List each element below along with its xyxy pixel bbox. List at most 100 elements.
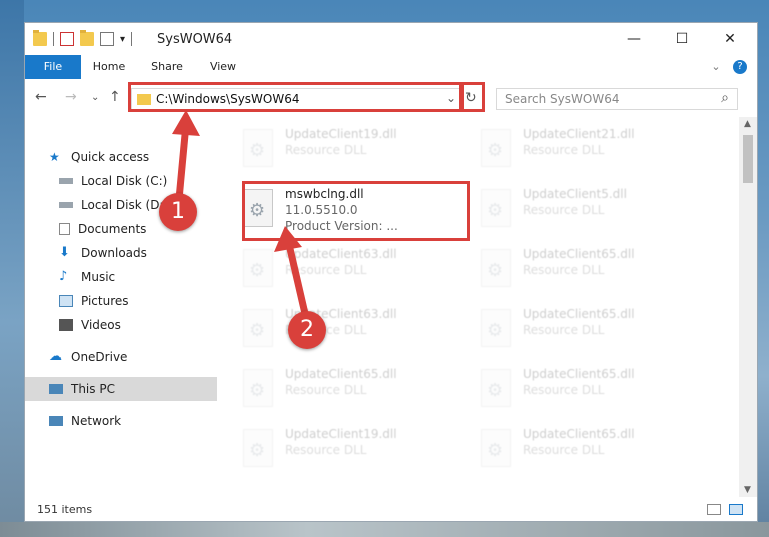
properties-icon[interactable] xyxy=(60,32,74,46)
file-name: UpdateClient63.dll xyxy=(285,247,397,261)
documents-icon xyxy=(59,223,70,235)
toolbar-separator xyxy=(131,32,133,46)
file-description: Resource DLL xyxy=(523,143,605,157)
network-icon xyxy=(49,416,63,426)
recent-locations-button[interactable]: ⌄ xyxy=(91,92,99,103)
file-name: UpdateClient65.dll xyxy=(285,367,397,381)
star-icon: ★ xyxy=(49,150,60,164)
file-name: UpdateClient19.dll xyxy=(285,127,397,141)
search-box[interactable]: Search SysWOW64 ⌕ xyxy=(496,88,738,110)
file-description: Resource DLL xyxy=(523,383,605,397)
desktop-background xyxy=(0,0,24,537)
file-name: UpdateClient21.dll xyxy=(523,127,635,141)
tab-share[interactable]: Share xyxy=(145,55,189,79)
file-highlight xyxy=(242,181,470,241)
file-description: Resource DLL xyxy=(523,203,605,217)
details-view-icon[interactable] xyxy=(707,504,721,515)
sidebar-item-label: Local Disk (C:) xyxy=(81,174,168,188)
customize-toolbar-icon[interactable] xyxy=(100,32,114,46)
file-item[interactable]: UpdateClient63.dll Resource DLL xyxy=(237,241,467,297)
minimize-button[interactable]: — xyxy=(611,23,657,55)
quick-access-toolbar: ▾ xyxy=(33,30,133,46)
file-description: Resource DLL xyxy=(285,443,367,457)
window-title: SysWOW64 xyxy=(157,32,233,47)
large-icons-view-icon[interactable] xyxy=(729,504,743,515)
tab-home[interactable]: Home xyxy=(87,55,131,79)
dll-file-icon xyxy=(481,249,511,287)
forward-button[interactable]: → xyxy=(65,89,77,105)
file-name: UpdateClient65.dll xyxy=(523,247,635,261)
file-description: Resource DLL xyxy=(523,443,605,457)
sidebar-item-network[interactable]: Network xyxy=(25,409,241,433)
dll-file-icon xyxy=(481,309,511,347)
step-badge-1: 1 xyxy=(159,193,197,231)
drive-icon xyxy=(59,178,73,184)
title-bar: ▾ SysWOW64 — ☐ ✕ xyxy=(25,23,757,55)
new-folder-icon[interactable] xyxy=(80,30,94,46)
scroll-down-icon[interactable]: ▼ xyxy=(744,485,751,495)
address-bar-highlight xyxy=(128,82,462,112)
sidebar-item-label: Local Disk (D:) xyxy=(81,198,169,212)
file-item[interactable]: UpdateClient5.dll Resource DLL xyxy=(475,181,705,237)
dll-file-icon xyxy=(481,429,511,467)
close-button[interactable]: ✕ xyxy=(707,23,753,55)
sidebar-item-quick-access[interactable]: ★ Quick access xyxy=(25,145,241,169)
sidebar-item-label: Music xyxy=(81,270,116,284)
help-icon[interactable]: ? xyxy=(733,60,747,74)
file-item[interactable]: UpdateClient65.dll Resource DLL xyxy=(237,361,467,417)
file-description: Resource DLL xyxy=(285,383,367,397)
sidebar-item-this-pc[interactable]: This PC xyxy=(25,377,241,401)
dll-file-icon xyxy=(243,369,273,407)
sidebar-item-label: Network xyxy=(71,414,122,428)
file-name: UpdateClient65.dll xyxy=(523,367,635,381)
scroll-up-icon[interactable]: ▲ xyxy=(744,119,751,129)
up-button[interactable]: ↑ xyxy=(109,89,121,105)
search-icon: ⌕ xyxy=(721,90,729,106)
download-icon: ⬇ xyxy=(59,245,70,260)
desktop-background-bottom xyxy=(0,522,769,537)
file-name: UpdateClient65.dll xyxy=(523,307,635,321)
file-item[interactable]: UpdateClient21.dll Resource DLL xyxy=(475,121,705,177)
sidebar-item-label: Downloads xyxy=(81,246,147,260)
sidebar-item-label: Documents xyxy=(78,222,147,236)
file-item[interactable]: UpdateClient19.dll Resource DLL xyxy=(237,421,467,477)
dll-file-icon xyxy=(481,129,511,167)
file-name: UpdateClient5.dll xyxy=(523,187,627,201)
file-description: Resource DLL xyxy=(285,263,367,277)
music-icon: ♪ xyxy=(59,269,68,284)
file-item[interactable]: UpdateClient19.dll Resource DLL xyxy=(237,121,467,177)
file-name: UpdateClient65.dll xyxy=(523,427,635,441)
file-name: UpdateClient19.dll xyxy=(285,427,397,441)
file-item[interactable]: UpdateClient63.dll Resource DLL xyxy=(237,301,467,357)
tab-view[interactable]: View xyxy=(201,55,245,79)
dll-file-icon xyxy=(243,249,273,287)
file-description: Resource DLL xyxy=(285,143,367,157)
dll-file-icon xyxy=(481,189,511,227)
back-button[interactable]: ← xyxy=(35,89,47,105)
pc-icon xyxy=(49,384,63,394)
scroll-thumb[interactable] xyxy=(743,135,753,183)
file-description: Resource DLL xyxy=(523,323,605,337)
sidebar-item-label: Quick access xyxy=(71,150,150,164)
toolbar-separator xyxy=(53,32,54,46)
folder-icon xyxy=(33,30,47,46)
sidebar-item-onedrive[interactable]: ☁ OneDrive xyxy=(25,345,241,369)
maximize-button[interactable]: ☐ xyxy=(659,23,705,55)
file-item[interactable]: UpdateClient65.dll Resource DLL xyxy=(475,301,705,357)
tab-file[interactable]: File xyxy=(25,55,81,79)
pictures-icon xyxy=(59,295,73,307)
ribbon-tabs: File Home Share View ⌄ ? xyxy=(25,55,757,80)
refresh-highlight xyxy=(461,82,485,112)
videos-icon xyxy=(59,319,73,331)
file-item[interactable]: UpdateClient65.dll Resource DLL xyxy=(475,421,705,477)
search-input[interactable]: Search SysWOW64 xyxy=(505,92,619,106)
file-item[interactable]: UpdateClient65.dll Resource DLL xyxy=(475,361,705,417)
dll-file-icon xyxy=(243,429,273,467)
file-item[interactable]: UpdateClient65.dll Resource DLL xyxy=(475,241,705,297)
vertical-scrollbar[interactable]: ▲ ▼ xyxy=(739,117,757,497)
status-bar: 151 items xyxy=(25,497,757,521)
cloud-icon: ☁ xyxy=(49,349,62,364)
ribbon-expand-icon[interactable]: ⌄ xyxy=(707,55,725,79)
toolbar-dropdown-icon[interactable]: ▾ xyxy=(120,34,125,45)
dll-file-icon xyxy=(243,309,273,347)
